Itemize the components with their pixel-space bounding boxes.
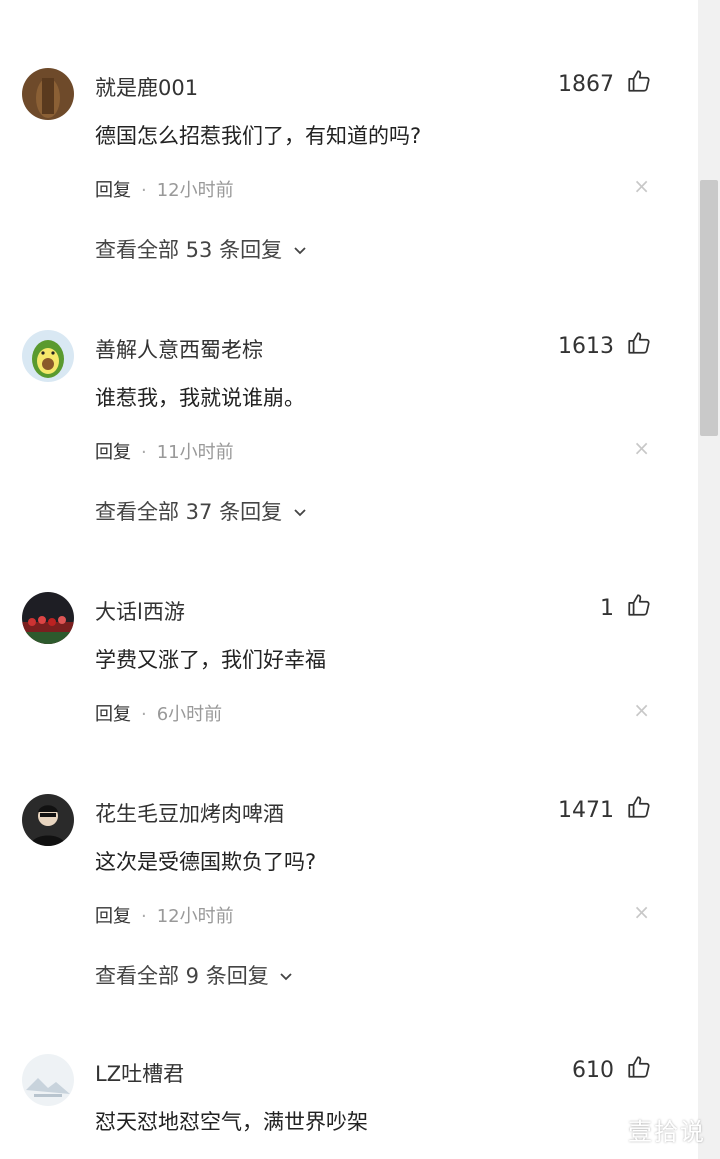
separator-dot: · bbox=[141, 906, 147, 927]
reply-button[interactable]: 回复 bbox=[95, 906, 131, 927]
username[interactable]: 善解人意西蜀老棕 bbox=[95, 334, 263, 364]
close-icon[interactable]: × bbox=[633, 438, 650, 458]
chevron-down-icon bbox=[294, 247, 306, 255]
timestamp: 6小时前 bbox=[156, 704, 223, 725]
thumbs-up-icon[interactable] bbox=[626, 330, 652, 356]
reply-button[interactable]: 回复 bbox=[95, 704, 131, 725]
like-count: 1 bbox=[600, 596, 614, 621]
like-count: 1613 bbox=[558, 334, 614, 359]
view-replies-button[interactable]: 查看全部 9 条回复 bbox=[95, 960, 293, 990]
username[interactable]: 大话l西游 bbox=[95, 596, 185, 626]
avatar[interactable] bbox=[22, 592, 74, 644]
reply-button[interactable]: 回复 bbox=[95, 180, 131, 201]
comment-text: 怼天怼地怼空气，满世界吵架 bbox=[95, 1110, 368, 1134]
comment-meta: 回复 · 11小时前 bbox=[95, 438, 234, 464]
view-replies-label: 查看全部 37 条回复 bbox=[95, 500, 283, 524]
thumbs-up-icon[interactable] bbox=[626, 592, 652, 618]
timestamp: 11小时前 bbox=[156, 442, 234, 463]
timestamp: 12小时前 bbox=[156, 906, 234, 927]
separator-dot: · bbox=[141, 442, 147, 463]
close-icon[interactable]: × bbox=[633, 902, 650, 922]
thumbs-up-icon[interactable] bbox=[626, 1054, 652, 1080]
comment-meta: 回复 · 12小时前 bbox=[95, 902, 234, 928]
avatar[interactable] bbox=[22, 794, 74, 846]
reply-button[interactable]: 回复 bbox=[95, 442, 131, 463]
comment-text: 学费又涨了，我们好幸福 bbox=[95, 648, 326, 672]
scrollbar-thumb[interactable] bbox=[700, 180, 718, 436]
avatar[interactable] bbox=[22, 330, 74, 382]
chevron-down-icon bbox=[280, 973, 293, 981]
like-count: 1471 bbox=[558, 798, 614, 823]
close-icon[interactable]: × bbox=[633, 700, 650, 720]
view-replies-label: 查看全部 53 条回复 bbox=[95, 238, 283, 262]
comment-meta: 回复 · 6小时前 bbox=[95, 700, 222, 726]
comment-meta: 回复 · 12小时前 bbox=[95, 176, 234, 202]
like-count: 610 bbox=[572, 1058, 614, 1083]
view-replies-label: 查看全部 9 条回复 bbox=[95, 964, 269, 988]
thumbs-up-icon[interactable] bbox=[626, 68, 652, 94]
timestamp: 12小时前 bbox=[156, 180, 234, 201]
separator-dot: · bbox=[141, 704, 147, 725]
username[interactable]: 花生毛豆加烤肉啤酒 bbox=[95, 798, 284, 828]
view-replies-button[interactable]: 查看全部 53 条回复 bbox=[95, 234, 307, 264]
chevron-down-icon bbox=[294, 509, 306, 517]
comment-text: 德国怎么招惹我们了，有知道的吗? bbox=[95, 124, 422, 148]
avatar[interactable] bbox=[22, 1054, 74, 1106]
comment-text: 谁惹我，我就说谁崩。 bbox=[95, 386, 305, 410]
like-count: 1867 bbox=[558, 72, 614, 97]
close-icon[interactable]: × bbox=[633, 176, 650, 196]
avatar[interactable] bbox=[22, 68, 74, 120]
separator-dot: · bbox=[141, 180, 147, 201]
username[interactable]: 就是鹿001 bbox=[95, 72, 198, 102]
view-replies-button[interactable]: 查看全部 37 条回复 bbox=[95, 496, 307, 526]
watermark: 壹拾说 bbox=[628, 1118, 706, 1146]
username[interactable]: LZ吐槽君 bbox=[95, 1058, 184, 1088]
scrollbar-track[interactable] bbox=[698, 0, 720, 1159]
comment-text: 这次是受德国欺负了吗? bbox=[95, 850, 317, 874]
thumbs-up-icon[interactable] bbox=[626, 794, 652, 820]
